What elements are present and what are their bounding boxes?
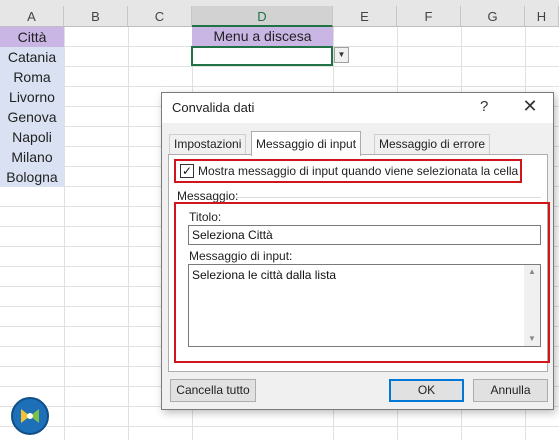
selected-dropdown-cell[interactable] — [191, 46, 333, 66]
dialog-titlebar[interactable]: Convalida dati ? ✕ — [162, 93, 553, 123]
help-icon[interactable]: ? — [480, 98, 488, 115]
data-validation-dialog: Convalida dati ? ✕ Impostazioni Messaggi… — [161, 92, 554, 410]
cell-city[interactable]: Milano — [0, 147, 64, 167]
grid-line — [0, 86, 559, 87]
scroll-down-icon[interactable]: ▼ — [528, 334, 536, 343]
cancel-button[interactable]: Annulla — [473, 379, 548, 402]
cell-city[interactable]: Genova — [0, 107, 64, 127]
dialog-title: Convalida dati — [172, 100, 255, 115]
cell-city[interactable]: Catania — [0, 47, 64, 67]
cell-city[interactable]: Bologna — [0, 167, 64, 187]
column-header-e[interactable]: E — [333, 6, 397, 27]
message-group-label: Messaggio: — [177, 189, 239, 203]
clear-all-button[interactable]: Cancella tutto — [170, 379, 256, 402]
cell-city[interactable]: Napoli — [0, 127, 64, 147]
column-header-h[interactable]: H — [525, 6, 559, 27]
title-field-label: Titolo: — [189, 210, 222, 224]
close-icon[interactable]: ✕ — [518, 96, 542, 117]
grid-line — [0, 426, 559, 427]
cell-city[interactable]: Livorno — [0, 87, 64, 107]
column-header-f[interactable]: F — [397, 6, 461, 27]
input-message-textarea[interactable]: Seleziona le città dalla lista ▲ ▼ — [188, 264, 541, 347]
tab-messaggio-di-input[interactable]: Messaggio di input — [251, 131, 362, 156]
textarea-scrollbar[interactable]: ▲ ▼ — [524, 265, 540, 346]
message-fields-highlight: Titolo: Seleziona Città Messaggio di inp… — [174, 202, 550, 363]
grid-line — [64, 27, 65, 440]
grid-line — [0, 66, 559, 67]
column-header-d[interactable]: D — [192, 6, 333, 27]
show-input-message-checkbox[interactable]: ✓ — [180, 164, 194, 178]
column-header-c[interactable]: C — [128, 6, 192, 27]
ok-button[interactable]: OK — [389, 379, 464, 402]
grid-line — [128, 27, 129, 440]
show-input-message-highlight: ✓ Mostra messaggio di input quando viene… — [174, 159, 522, 183]
column-header-a[interactable]: A — [0, 6, 64, 27]
input-message-label: Messaggio di input: — [189, 249, 293, 263]
tab-messaggio-di-errore[interactable]: Messaggio di errore — [374, 134, 491, 155]
input-message-text: Seleziona le città dalla lista — [192, 268, 337, 282]
show-input-message-label[interactable]: Mostra messaggio di input quando viene s… — [198, 164, 518, 178]
logo-icon — [11, 397, 49, 435]
cell-city[interactable]: Roma — [0, 67, 64, 87]
cell-d1-header[interactable]: Menu a discesa — [192, 27, 333, 46]
tab-impostazioni[interactable]: Impostazioni — [169, 134, 247, 155]
group-divider — [236, 197, 541, 198]
title-input[interactable]: Seleziona Città — [188, 225, 541, 245]
cell-a1-header[interactable]: Città — [0, 27, 64, 47]
chevron-down-icon[interactable]: ▼ — [334, 47, 349, 63]
column-header-g[interactable]: G — [461, 6, 525, 27]
scroll-up-icon[interactable]: ▲ — [528, 267, 536, 276]
column-header-b[interactable]: B — [64, 6, 128, 27]
